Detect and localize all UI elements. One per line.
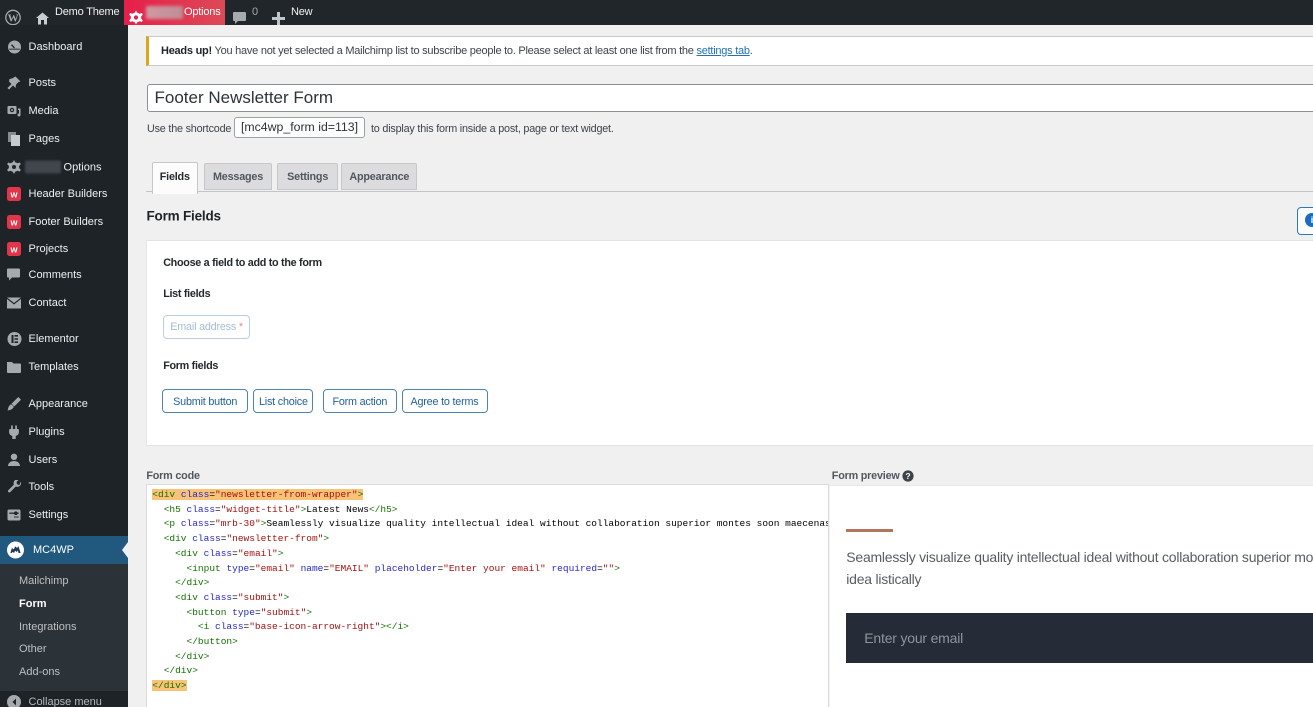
svg-text:w: w xyxy=(9,245,18,255)
svg-text:W: W xyxy=(8,12,19,24)
svg-text:w: w xyxy=(9,189,18,199)
svg-text:w: w xyxy=(9,217,18,227)
svg-text:?: ? xyxy=(905,471,910,481)
